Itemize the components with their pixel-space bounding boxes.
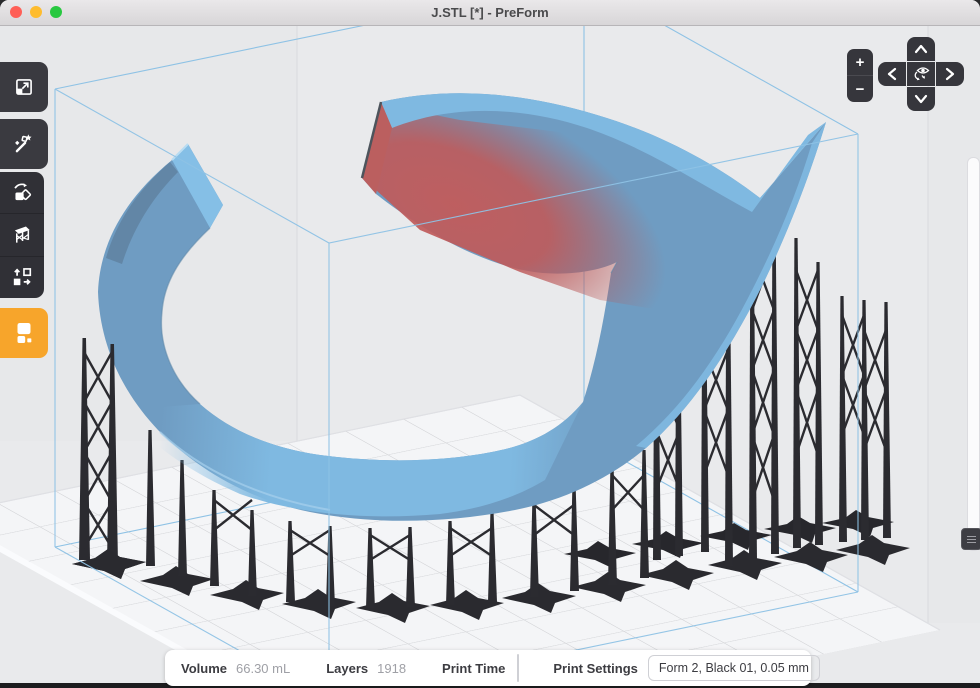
chevron-right-icon	[942, 63, 958, 85]
volume-label: Volume	[181, 661, 227, 676]
layers-label: Layers	[326, 661, 368, 676]
tool-scale-button[interactable]	[0, 62, 48, 112]
cartridge-icon	[11, 320, 37, 346]
pan-left-button[interactable]	[878, 62, 906, 86]
chevron-down-icon	[910, 91, 932, 107]
eye-orbit-icon	[909, 63, 933, 85]
print-settings-selector[interactable]: Form 2, Black 01, 0.05 mm	[648, 655, 820, 681]
print-settings-label: Print Settings	[553, 661, 638, 676]
zoom-out-button[interactable]: −	[847, 75, 873, 102]
status-bar: Volume 66.30 mL Layers 1918 Print Time -…	[165, 650, 811, 686]
pan-down-button[interactable]	[907, 87, 935, 111]
layout-icon	[10, 265, 34, 289]
center-view-button[interactable]	[907, 62, 935, 86]
pan-up-button[interactable]	[907, 37, 935, 61]
tool-supports-button[interactable]	[0, 213, 44, 255]
tool-layout-button[interactable]	[0, 256, 44, 298]
magic-wand-icon	[12, 132, 36, 156]
window-title: J.STL [*] - PreForm	[0, 0, 980, 25]
supports-icon	[10, 223, 34, 247]
layer-slider-track[interactable]	[967, 157, 980, 551]
orbit-pad	[878, 37, 965, 112]
zoom-in-button[interactable]: +	[847, 49, 873, 75]
layer-slider-handle[interactable]	[961, 528, 980, 550]
preform-window: J.STL [*] - PreForm	[0, 0, 980, 688]
print-time-label: Print Time	[442, 661, 505, 676]
scale-icon	[12, 75, 36, 99]
model-overhang-red	[365, 105, 750, 310]
layers-value: 1918	[377, 661, 406, 676]
chevron-up-icon	[910, 41, 932, 57]
tool-one-click-print-button[interactable]	[0, 119, 48, 169]
zoom-control: + −	[847, 49, 873, 102]
tool-orient-button[interactable]	[0, 172, 44, 213]
volume-value: 66.30 mL	[236, 661, 290, 676]
pan-right-button[interactable]	[936, 62, 964, 86]
tool-print-button[interactable]	[0, 308, 48, 358]
viewport-3d[interactable]	[0, 25, 980, 688]
print-time-control: --	[517, 654, 519, 682]
titlebar: J.STL [*] - PreForm	[0, 0, 980, 26]
print-time-value: --	[518, 655, 519, 681]
orient-cube-icon	[10, 181, 34, 205]
tool-group	[0, 172, 44, 298]
chevron-left-icon	[884, 63, 900, 85]
